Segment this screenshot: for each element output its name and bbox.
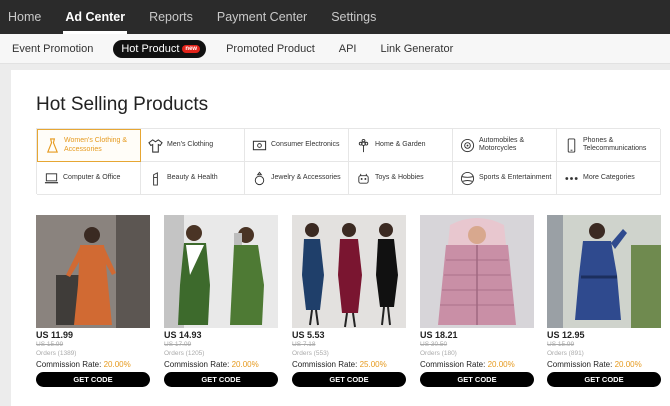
commission-rate-label: Commission Rate:: [164, 360, 232, 369]
subnav-hot-product-label: Hot Product: [121, 42, 180, 55]
subnav-promoted-product[interactable]: Promoted Product: [226, 43, 315, 55]
category-label: Phones & Telecommunications: [583, 136, 647, 152]
product-price: US 5.53: [292, 330, 325, 340]
ball-icon: [459, 170, 475, 186]
subnav-hot-product[interactable]: Hot Product new: [113, 39, 207, 58]
category-label: Jewelry & Accessories: [271, 173, 341, 181]
commission-rate: Commission Rate: 20.00%: [547, 360, 661, 369]
category-label: More Categories: [583, 173, 635, 181]
category-more[interactable]: More Categories: [557, 162, 661, 195]
category-home-garden[interactable]: Home & Garden: [349, 129, 453, 162]
product-old-price: US 30.50: [420, 341, 448, 348]
commission-rate-value: 25.00%: [359, 360, 387, 369]
category-label: Sports & Entertainment: [479, 173, 552, 181]
phone-icon: [563, 137, 579, 153]
category-label: Consumer Electronics: [271, 140, 340, 148]
commission-rate: Commission Rate: 20.00%: [36, 360, 150, 369]
commission-rate-label: Commission Rate:: [547, 360, 615, 369]
nav-settings[interactable]: Settings: [319, 0, 388, 34]
commission-rate: Commission Rate: 20.00%: [164, 360, 278, 369]
commission-rate-value: 20.00%: [487, 360, 515, 369]
category-label: Toys & Hobbies: [375, 173, 424, 181]
subnav-event-promotion[interactable]: Event Promotion: [12, 43, 93, 55]
category-beauty-health[interactable]: Beauty & Health: [141, 162, 245, 195]
category-womens-clothing[interactable]: Women's Clothing & Accessories: [37, 129, 141, 162]
dots-icon: [563, 170, 579, 186]
category-label: Home & Garden: [375, 140, 426, 148]
category-label: Men's Clothing: [167, 140, 214, 148]
commission-rate-label: Commission Rate:: [36, 360, 104, 369]
category-toys-hobbies[interactable]: Toys & Hobbies: [349, 162, 453, 195]
toy-icon: [355, 170, 371, 186]
category-consumer-electronics[interactable]: Consumer Electronics: [245, 129, 349, 162]
category-label: Beauty & Health: [167, 173, 218, 181]
get-code-button[interactable]: GET CODE: [164, 372, 278, 387]
product-orders: Orders (1205): [164, 350, 205, 357]
category-phones[interactable]: Phones & Telecommunications: [557, 129, 661, 162]
commission-rate-value: 20.00%: [614, 360, 642, 369]
flower-icon: [355, 137, 371, 153]
product-price: US 18.21: [420, 330, 458, 340]
get-code-button[interactable]: GET CODE: [292, 372, 406, 387]
product-old-price: US 17.09: [164, 341, 192, 348]
nav-ad-center[interactable]: Ad Center: [53, 0, 137, 34]
dress-icon: [44, 138, 60, 154]
product-image[interactable]: [36, 215, 150, 328]
product-orders: Orders (553): [292, 350, 329, 357]
commission-rate-label: Commission Rate:: [420, 360, 488, 369]
product-price: US 14.93: [164, 330, 202, 340]
category-jewelry[interactable]: Jewelry & Accessories: [245, 162, 349, 195]
product-card: US 12.95 US 15.99 Orders (891) Commissio…: [547, 215, 661, 387]
category-mens-clothing[interactable]: Men's Clothing: [141, 129, 245, 162]
get-code-button[interactable]: GET CODE: [36, 372, 150, 387]
product-price: US 12.95: [547, 330, 585, 340]
product-card: US 14.93 US 17.09 Orders (1205) Commissi…: [164, 215, 278, 387]
category-label: Computer & Office: [63, 173, 121, 181]
product-orders: Orders (180): [420, 350, 457, 357]
product-card: US 11.99 US 15.99 Orders (1389) Commissi…: [36, 215, 150, 387]
nav-home[interactable]: Home: [0, 0, 53, 34]
wheel-icon: [459, 137, 475, 153]
ring-icon: [251, 170, 267, 186]
product-image[interactable]: [420, 215, 534, 328]
nav-reports[interactable]: Reports: [137, 0, 205, 34]
page-title: Hot Selling Products: [36, 94, 209, 115]
sub-navigation: Event Promotion Hot Product new Promoted…: [0, 34, 670, 64]
commission-rate: Commission Rate: 25.00%: [292, 360, 406, 369]
product-old-price: US 15.99: [36, 341, 64, 348]
top-navigation: Home Ad Center Reports Payment Center Se…: [0, 0, 670, 34]
product-price: US 11.99: [36, 330, 74, 340]
commission-rate-value: 20.00%: [231, 360, 259, 369]
shirt-icon: [147, 137, 163, 153]
nav-payment-center[interactable]: Payment Center: [205, 0, 319, 34]
category-automobiles[interactable]: Automobiles & Motorcycles: [453, 129, 557, 162]
product-orders: Orders (1389): [36, 350, 77, 357]
product-old-price: US 15.99: [547, 341, 575, 348]
product-image[interactable]: [164, 215, 278, 328]
category-grid: Women's Clothing & Accessories Men's Clo…: [36, 128, 661, 195]
subnav-link-generator[interactable]: Link Generator: [380, 43, 453, 55]
category-label: Women's Clothing & Accessories: [64, 137, 128, 153]
category-label: Automobiles & Motorcycles: [479, 136, 525, 152]
commission-rate: Commission Rate: 20.00%: [420, 360, 534, 369]
product-orders: Orders (891): [547, 350, 584, 357]
product-image[interactable]: [547, 215, 661, 328]
category-computer-office[interactable]: Computer & Office: [37, 162, 141, 195]
get-code-button[interactable]: GET CODE: [547, 372, 661, 387]
product-card: US 5.53 US 7.18 Orders (553) Commission …: [292, 215, 406, 387]
content-panel: Hot Selling Products Women's Clothing & …: [11, 70, 670, 406]
new-badge: new: [182, 44, 201, 53]
get-code-button[interactable]: GET CODE: [420, 372, 534, 387]
product-old-price: US 7.18: [292, 341, 316, 348]
commission-rate-value: 20.00%: [103, 360, 131, 369]
monitor-icon: [251, 137, 267, 153]
laptop-icon: [43, 170, 59, 186]
lipstick-icon: [147, 170, 163, 186]
product-image[interactable]: [292, 215, 406, 328]
commission-rate-label: Commission Rate:: [292, 360, 360, 369]
product-card: US 18.21 US 30.50 Orders (180) Commissio…: [420, 215, 534, 387]
subnav-api[interactable]: API: [339, 43, 357, 55]
category-sports[interactable]: Sports & Entertainment: [453, 162, 557, 195]
